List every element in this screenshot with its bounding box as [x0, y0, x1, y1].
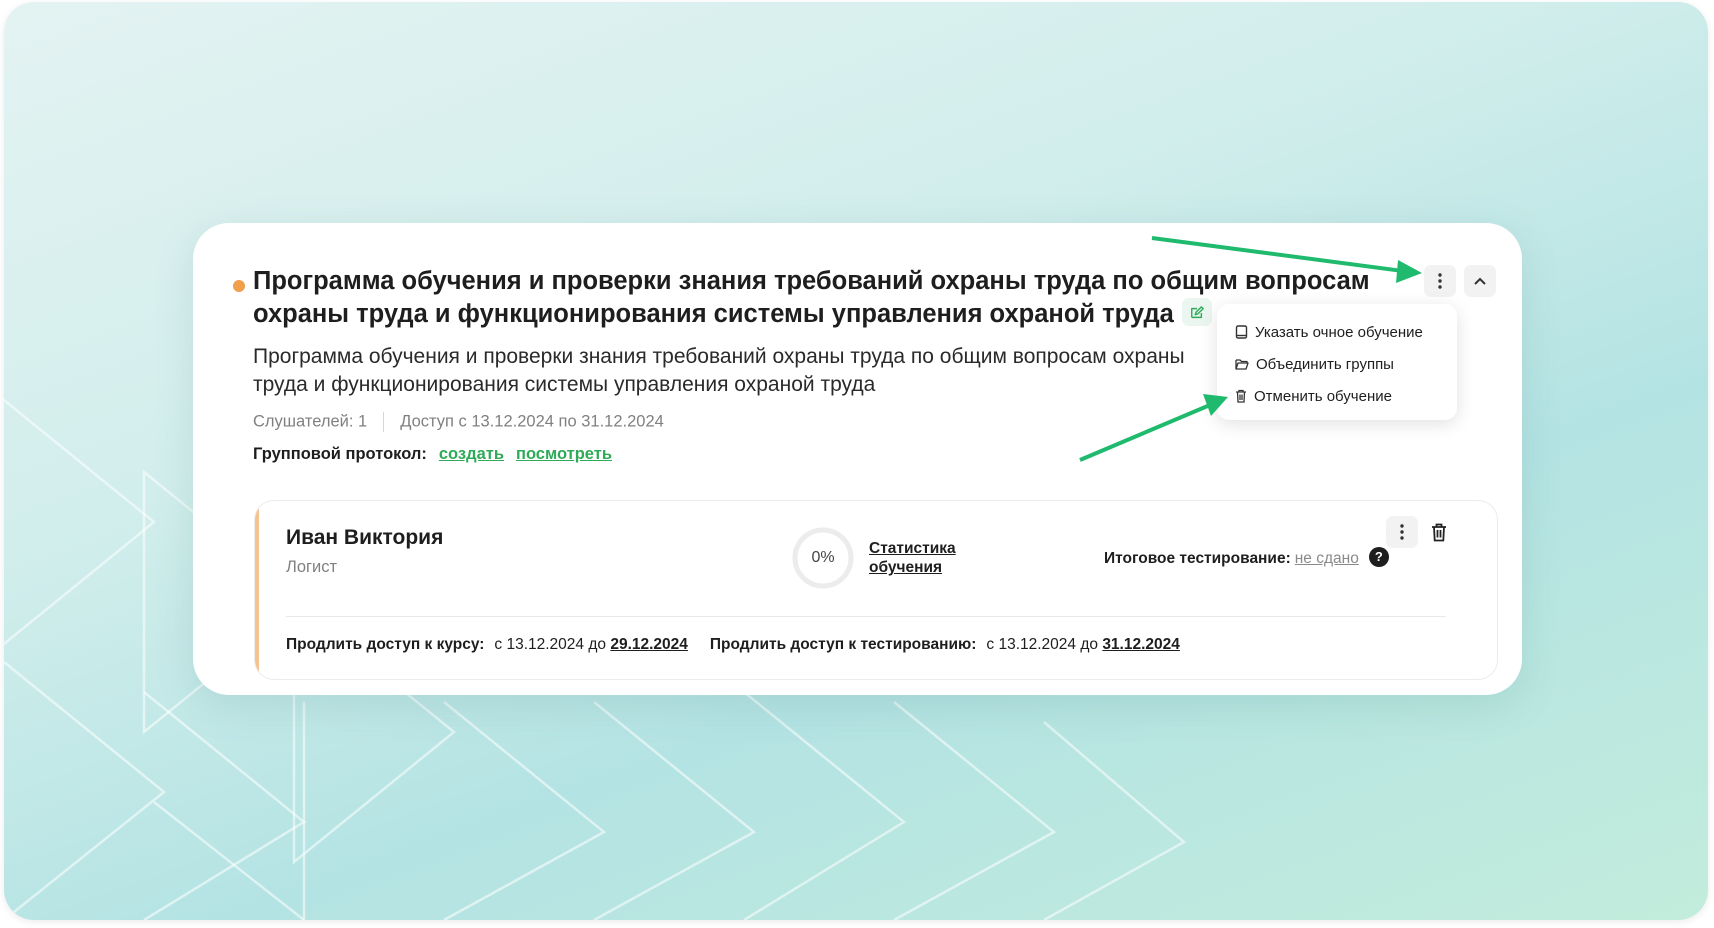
protocol-view-link[interactable]: посмотреть: [516, 445, 612, 463]
trash-icon: [1432, 523, 1446, 541]
final-test-label: Итоговое тестирование:: [1104, 550, 1291, 568]
final-test-status-link[interactable]: не сдано: [1295, 550, 1359, 567]
edit-title-button[interactable]: [1181, 298, 1212, 327]
course-meta: Слушателей: 1 Доступ с 13.12.2024 по 31.1…: [253, 412, 664, 432]
menu-item-cancel-training[interactable]: Отменить обучение: [1217, 380, 1457, 412]
progress-label: 0%: [811, 549, 835, 566]
meta-divider: [383, 412, 385, 432]
menu-item-merge-groups[interactable]: Объединить группы: [1217, 348, 1457, 380]
menu-item-label: Отменить обучение: [1254, 387, 1392, 405]
access-period: Доступ с 13.12.2024 по 31.12.2024: [400, 412, 664, 431]
test-access-date-link[interactable]: 31.12.2024: [1102, 636, 1180, 653]
folder-icon: [1235, 359, 1249, 370]
course-access-date-link[interactable]: 29.12.2024: [610, 636, 688, 653]
book-icon: [1235, 325, 1248, 339]
protocol-create-link[interactable]: создать: [439, 445, 504, 463]
menu-item-label: Объединить группы: [1256, 355, 1394, 373]
group-protocol-label: Групповой протокол:: [253, 445, 427, 463]
course-dropdown-menu: Указать очное обучение Объединить группы…: [1217, 304, 1457, 420]
test-access-from: с 13.12.2024 до: [986, 636, 1098, 653]
test-access-label: Продлить доступ к тестированию:: [709, 636, 977, 653]
course-access-from: с 13.12.2024 до: [494, 636, 607, 653]
student-name: Иван Виктория: [286, 526, 444, 549]
trash-icon: [1236, 389, 1246, 403]
collapse-button[interactable]: [1464, 265, 1496, 297]
group-protocol: Групповой протокол: создать посмотреть: [253, 445, 612, 464]
kebab-icon: [1438, 273, 1442, 289]
course-card: Программа обучения и проверки знания тре…: [193, 223, 1522, 695]
status-dot: [233, 280, 245, 292]
listeners-count: Слушателей: 1: [253, 412, 368, 431]
student-card: Иван Виктория Логист 0% Статистика обуче…: [254, 500, 1498, 680]
edit-icon: [1190, 306, 1204, 319]
menu-item-in-person-training[interactable]: Указать очное обучение: [1217, 316, 1457, 348]
learning-stats-link[interactable]: Статистика обучения: [869, 539, 969, 577]
kebab-icon: [1400, 524, 1404, 540]
student-role: Логист: [286, 558, 338, 576]
student-menu-button[interactable]: [1386, 516, 1418, 548]
access-extension-row: Продлить доступ к курсу: с 13.12.2024 до …: [286, 636, 1180, 654]
final-test: Итоговое тестирование: не сдано?: [1104, 547, 1389, 569]
help-icon[interactable]: ?: [1368, 547, 1389, 567]
student-divider: [286, 616, 1446, 617]
delete-student-button[interactable]: [1425, 518, 1453, 546]
chevron-up-icon: [1474, 277, 1486, 285]
course-menu-button[interactable]: [1424, 265, 1456, 297]
course-description: Программа обучения и проверки знания тре…: [253, 345, 1185, 396]
menu-item-label: Указать очное обучение: [1255, 323, 1423, 341]
course-access-label: Продлить доступ к курсу:: [286, 636, 485, 653]
